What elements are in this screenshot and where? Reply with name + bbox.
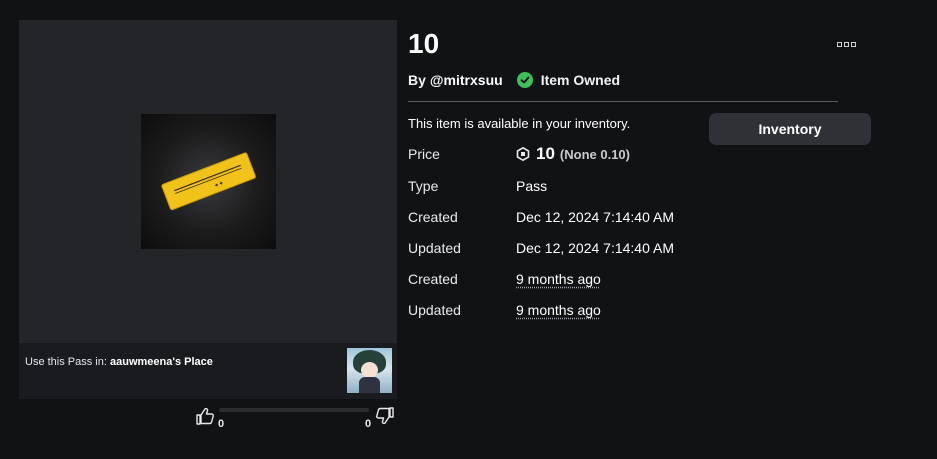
upvote-count: 0 xyxy=(218,418,225,430)
vote-bar: 0 0 xyxy=(19,404,397,434)
item-owned-label: Item Owned xyxy=(540,72,621,88)
updated-relative-label: Updated xyxy=(408,302,461,318)
divider xyxy=(408,101,838,102)
place-name[interactable]: aauwmeena's Place xyxy=(110,356,213,368)
by-label: By xyxy=(408,72,426,88)
price-label: Price xyxy=(408,146,440,162)
created-relative-value: 9 months ago xyxy=(516,271,601,287)
thumbs-up-icon[interactable] xyxy=(195,406,215,426)
place-link-text[interactable]: Use this Pass in: aauwmeena's Place xyxy=(25,356,213,368)
price-value: 10 (None 0.10) xyxy=(516,144,630,164)
robux-icon xyxy=(516,147,530,161)
item-title: 10 xyxy=(408,28,440,59)
type-value: Pass xyxy=(516,178,548,194)
updated-relative-value: 9 months ago xyxy=(516,302,601,318)
created-label: Created xyxy=(408,209,458,225)
checkmark-icon xyxy=(516,72,533,88)
place-thumbnail[interactable] xyxy=(347,348,392,393)
updated-value: Dec 12, 2024 7:14:40 AM xyxy=(516,240,674,256)
inventory-button[interactable]: Inventory xyxy=(709,113,871,145)
vote-ratio-bar xyxy=(219,408,369,412)
price-amount: 10 xyxy=(536,144,555,163)
ticket-icon: ✦✦ xyxy=(161,152,256,211)
creator-line: By @mitrxsuu Item Owned xyxy=(408,72,620,88)
type-label: Type xyxy=(408,178,439,194)
ellipsis-icon xyxy=(836,41,842,47)
item-thumbnail: ✦✦ xyxy=(141,114,276,249)
thumbs-down-icon[interactable] xyxy=(375,406,395,426)
updated-label: Updated xyxy=(408,240,461,256)
item-media-panel: ✦✦ Use this Pass in: aauwmeena's Place xyxy=(19,20,397,399)
place-prefix: Use this Pass in: xyxy=(25,356,107,368)
more-options-button[interactable] xyxy=(834,36,858,52)
creator-link[interactable]: @mitrxsuu xyxy=(430,72,503,88)
availability-text: This item is available in your inventory… xyxy=(408,116,631,131)
place-link-bar[interactable]: Use this Pass in: aauwmeena's Place xyxy=(19,343,397,399)
created-relative-label: Created xyxy=(408,271,458,287)
downvote-count: 0 xyxy=(365,418,372,430)
created-value: Dec 12, 2024 7:14:40 AM xyxy=(516,209,674,225)
item-details-page: ✦✦ Use this Pass in: aauwmeena's Place 0… xyxy=(0,0,937,459)
price-note: (None 0.10) xyxy=(559,146,630,162)
